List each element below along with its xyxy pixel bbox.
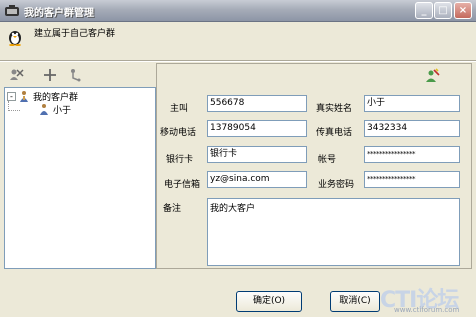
customer-group-tree[interactable] <box>4 87 156 269</box>
email-field[interactable]: yz@sina.com <box>207 171 307 188</box>
header-text: 建立属于自己客户群 <box>34 29 116 39</box>
minimize-button[interactable]: _ <box>415 2 433 19</box>
move-icon[interactable] <box>68 67 84 83</box>
tree-connector <box>8 110 20 111</box>
phone-field[interactable]: 556678 <box>207 95 307 112</box>
tree-node-label: 小于 <box>53 106 72 116</box>
notes-text: 我的大客户 <box>210 204 256 214</box>
real-name-field[interactable]: 小于 <box>364 95 460 112</box>
edit-person-icon[interactable] <box>424 68 440 84</box>
window-title: 我的客户群管理 <box>24 8 94 19</box>
bank-card-field[interactable]: 银行卡 <box>207 146 307 163</box>
customer-group-window: 我的客户群管理 _ □ × 建立属于自己客户群 - 我的客户群 小于 主叫 55… <box>0 0 476 317</box>
maximize-button[interactable]: □ <box>434 2 452 19</box>
tree-toggle[interactable]: - <box>7 92 16 101</box>
notes-textarea[interactable]: 我的大客户 <box>207 198 460 266</box>
business-password-field[interactable]: **************** <box>364 171 460 188</box>
person-icon <box>40 104 48 115</box>
email-label: 电子信箱 <box>164 180 201 190</box>
business-password-label: 业务密码 <box>318 180 355 190</box>
real-name-label: 真实姓名 <box>316 104 353 114</box>
header: 建立属于自己客户群 <box>0 22 476 62</box>
close-button[interactable]: × <box>454 2 472 19</box>
penguin-icon <box>9 31 21 46</box>
account-label: 帐号 <box>318 155 337 165</box>
account-field[interactable]: **************** <box>364 146 460 163</box>
fax-field[interactable]: 3432334 <box>364 120 460 137</box>
tree-node-root[interactable]: - 我的客户群 <box>7 90 78 103</box>
notes-label: 备注 <box>163 204 182 214</box>
cancel-button[interactable]: 取消(C) <box>330 291 380 312</box>
ok-button[interactable]: 确定(O) <box>236 291 302 312</box>
watermark-url: www.ctiforum.com <box>394 306 460 314</box>
tree-toolbar <box>4 63 154 87</box>
mobile-label: 移动电话 <box>160 128 197 138</box>
watermark: CTI论坛 www.ctiforum.com <box>380 282 476 317</box>
phone-label: 主叫 <box>170 104 189 114</box>
delete-person-icon[interactable] <box>8 67 24 83</box>
bank-card-label: 银行卡 <box>166 155 194 165</box>
group-icon <box>20 91 28 102</box>
header-divider <box>0 60 476 62</box>
fax-label: 传真电话 <box>316 128 353 138</box>
title-bar[interactable]: 我的客户群管理 _ □ × <box>0 0 476 22</box>
tree-node-child[interactable]: 小于 <box>38 103 71 116</box>
mobile-field[interactable]: 13789054 <box>207 120 307 137</box>
add-icon[interactable] <box>42 67 58 83</box>
app-icon <box>5 5 19 16</box>
tree-node-label: 我的客户群 <box>33 93 79 103</box>
